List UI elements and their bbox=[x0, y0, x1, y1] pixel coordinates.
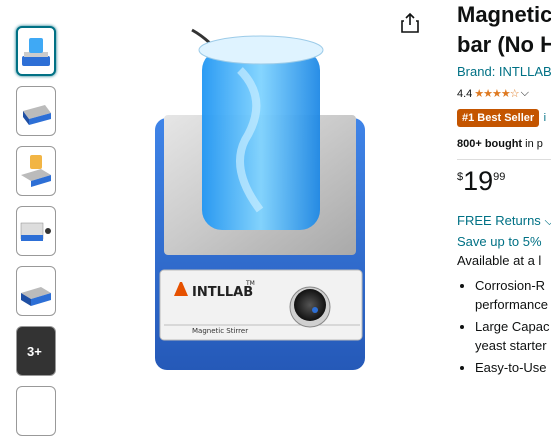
divider bbox=[457, 159, 551, 160]
bought-count-bold: 800+ bought bbox=[457, 138, 523, 150]
thumbnail-4[interactable] bbox=[16, 206, 56, 256]
bullet-line-2: yeast starter bbox=[475, 338, 547, 353]
bought-count-rest: in p bbox=[522, 138, 543, 150]
price-whole: 19 bbox=[463, 166, 494, 196]
list-item: Corrosion-R performance bbox=[475, 276, 551, 314]
bullet-line-1: Large Capac bbox=[475, 319, 550, 334]
thumbnail-7[interactable] bbox=[16, 386, 56, 436]
main-product-image[interactable]: INTLLAB TM Magnetic Stirrer bbox=[150, 20, 375, 375]
share-icon[interactable] bbox=[400, 12, 420, 34]
price: $ 19 99 bbox=[457, 168, 551, 195]
device-brand-label: INTLLAB bbox=[192, 285, 253, 300]
chevron-down-icon: ⌵ bbox=[544, 213, 551, 228]
title-line-2: bar (No H bbox=[457, 32, 551, 57]
free-returns-link[interactable]: FREE Returns ⌵ bbox=[457, 213, 551, 229]
thumbnail-strip: 3+ bbox=[16, 26, 60, 446]
rating-row[interactable]: 4.4 ★★★★☆ ⌵ bbox=[457, 87, 551, 100]
device-tm: TM bbox=[245, 280, 255, 287]
star-rating-icon: ★★★★☆ bbox=[474, 88, 519, 100]
bullet-line-1: Easy-to-Use bbox=[475, 360, 547, 375]
bullet-line-2: performance bbox=[475, 297, 548, 312]
price-fraction: 99 bbox=[493, 171, 506, 183]
badge-category-link[interactable]: i bbox=[544, 112, 546, 124]
thumbnail-2[interactable] bbox=[16, 86, 56, 136]
rating-value: 4.4 bbox=[457, 87, 473, 100]
save-offer-link[interactable]: Save up to 5% bbox=[457, 234, 551, 249]
bullet-line-1: Corrosion-R bbox=[475, 278, 546, 293]
thumbnail-5[interactable] bbox=[16, 266, 56, 316]
device-label: Magnetic Stirrer bbox=[192, 327, 248, 335]
list-item: Large Capac yeast starter bbox=[475, 317, 551, 355]
product-title: Magnetic bar (No H bbox=[457, 0, 551, 60]
thumbnail-more[interactable]: 3+ bbox=[16, 326, 56, 376]
product-info: Magnetic bar (No H Brand: INTLLAB 4.4 ★★… bbox=[457, 0, 551, 380]
best-seller-badge[interactable]: #1 Best Seller bbox=[457, 109, 540, 127]
availability-text: Available at a l bbox=[457, 253, 542, 268]
list-item: Easy-to-Use bbox=[475, 358, 551, 377]
thumbnail-3[interactable] bbox=[16, 146, 56, 196]
free-returns-label: FREE Returns bbox=[457, 213, 541, 228]
bought-count: 800+ bought in p bbox=[457, 138, 551, 150]
feature-bullets: Corrosion-R performance Large Capac yeas… bbox=[457, 276, 551, 377]
chevron-down-icon[interactable]: ⌵ bbox=[521, 87, 529, 100]
title-line-1: Magnetic bbox=[457, 2, 551, 27]
thumbnail-1[interactable] bbox=[16, 26, 56, 76]
brand-link[interactable]: Brand: INTLLAB bbox=[457, 64, 551, 79]
more-images-label: 3+ bbox=[27, 344, 42, 359]
